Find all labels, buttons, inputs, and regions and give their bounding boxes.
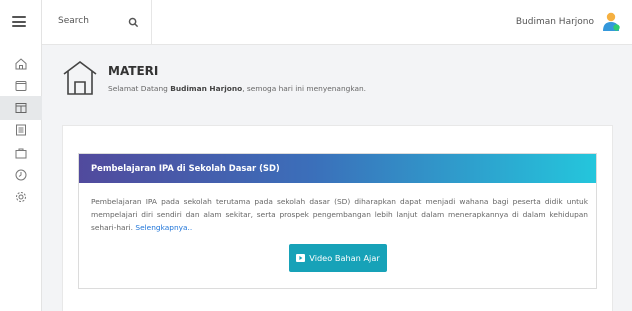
greeting-text: Selamat Datang Budiman Harjono, semoga h… [108,84,367,93]
material-title: Pembelajaran IPA di Sekolah Dasar (SD) [79,154,596,183]
play-icon [296,254,306,262]
sidebar-item-home[interactable] [0,52,42,76]
video-button[interactable]: Video Bahan Ajar [289,244,387,272]
window-icon [15,81,27,91]
material-card: Pembelajaran IPA di Sekolah Dasar (SD) P… [78,153,597,289]
briefcase-icon [15,148,27,159]
sidebar-item-clock[interactable] [0,163,42,187]
search-icon[interactable] [128,17,139,28]
page-title: MATERI [108,64,159,78]
layout-icon [15,103,27,113]
sidebar-item-layout[interactable] [0,96,42,120]
menu-icon[interactable] [12,16,26,27]
material-description: Pembelajaran IPA pada sekolah terutama p… [91,197,588,232]
gear-icon [16,192,26,202]
sidebar-item-list[interactable] [0,118,42,142]
topbar: Search Budiman Harjono [42,0,632,45]
sidebar-item-settings[interactable] [0,185,42,209]
home-icon [15,58,27,70]
home-icon [63,61,97,95]
greeting-user-name: Budiman Harjono [170,84,243,93]
search-box[interactable]: Search [42,0,152,45]
list-icon [16,124,26,136]
page-header: MATERI Selamat Datang Budiman Harjono, s… [60,58,620,108]
sidebar-item-briefcase[interactable] [0,141,42,165]
content-card: Pembelajaran IPA di Sekolah Dasar (SD) P… [62,125,613,311]
avatar[interactable] [600,11,622,33]
sidebar [0,0,42,311]
clock-icon [15,169,27,181]
user-name[interactable]: Budiman Harjono [516,17,594,27]
video-button-label: Video Bahan Ajar [309,253,380,263]
sidebar-item-window[interactable] [0,74,42,98]
search-input[interactable]: Search [58,16,89,26]
read-more-link[interactable]: Selengkapnya.. [135,223,192,232]
